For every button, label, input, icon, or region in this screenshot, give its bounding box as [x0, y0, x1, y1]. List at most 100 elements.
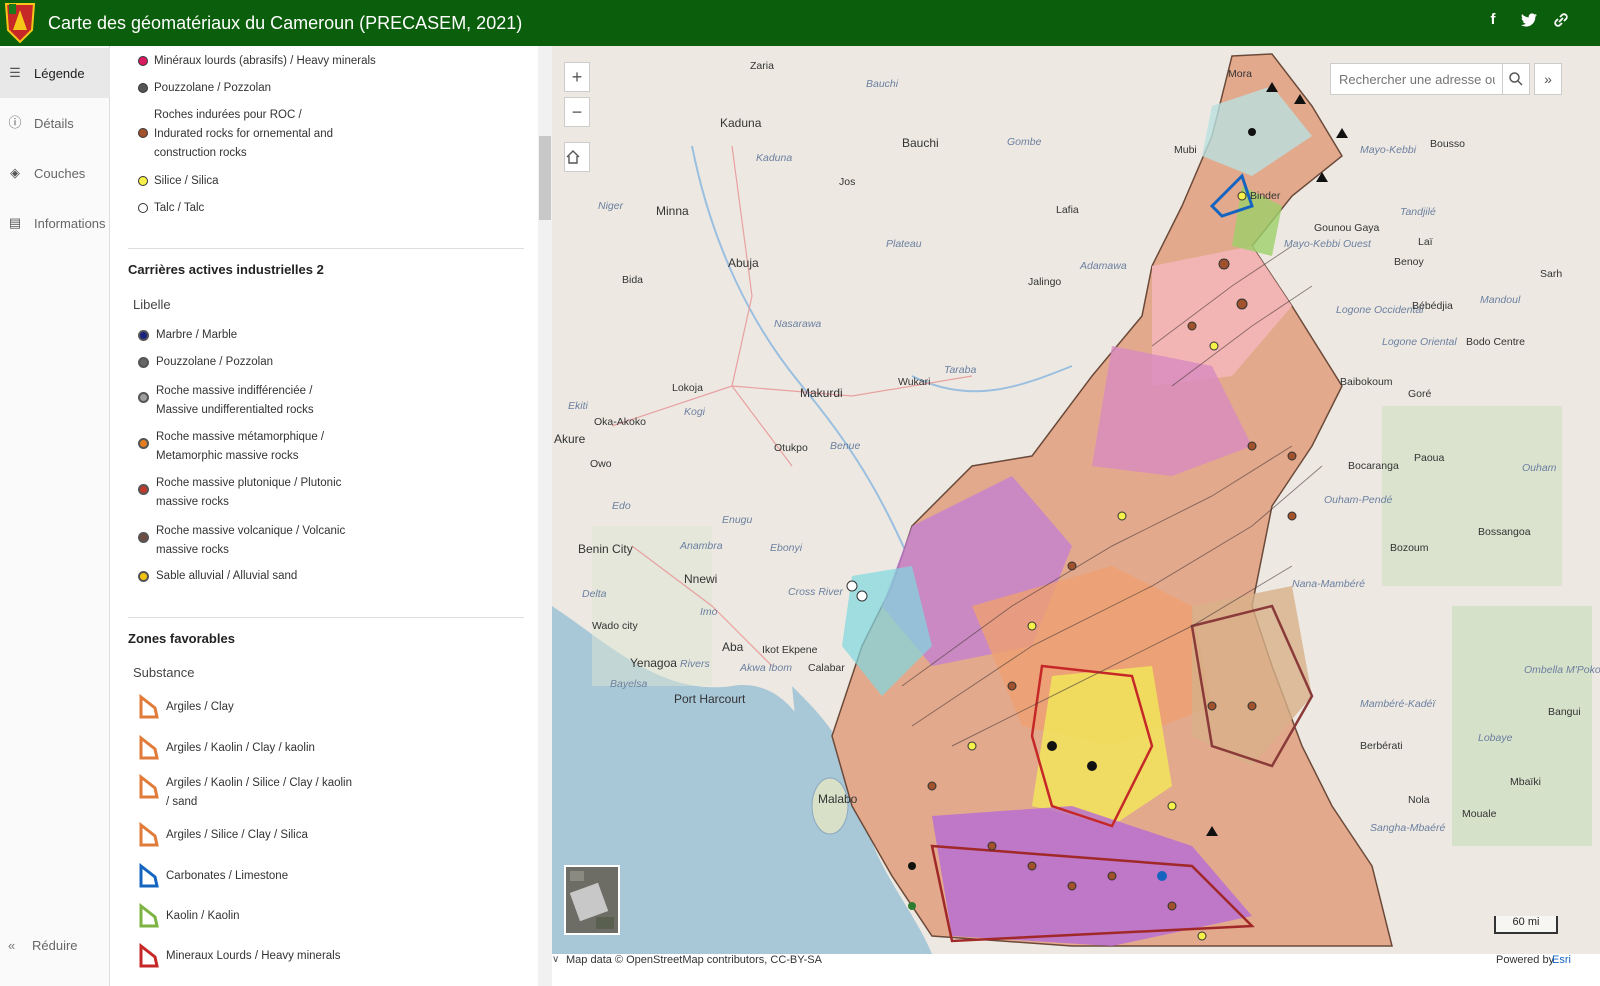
- map-label: Nana-Mambéré: [1292, 578, 1365, 590]
- map-label: Berbérati: [1360, 740, 1403, 752]
- map-label: Mayo-Kebbi: [1360, 144, 1417, 156]
- map-label: Laï: [1418, 236, 1433, 248]
- nav-item-label: Détails: [34, 115, 74, 131]
- map-label: Logone Occidental: [1336, 304, 1424, 316]
- map-label: Minna: [656, 204, 689, 218]
- legend-scrollbar[interactable]: [538, 46, 552, 986]
- map-label: Cross River: [788, 586, 843, 598]
- legend-item: Argiles / Kaolin / Silice / Clay / kaoli…: [138, 774, 356, 812]
- map-label: Rivers: [680, 658, 710, 670]
- map-canvas[interactable]: [552, 46, 1600, 954]
- search-button[interactable]: [1502, 63, 1530, 95]
- legend-item: Pouzzolane / Pozzolan: [138, 353, 346, 372]
- map-label: Bocaranga: [1348, 460, 1399, 472]
- nav-item-label: Légende: [34, 65, 85, 81]
- layers-icon: ◈: [10, 165, 20, 180]
- map-label: Benin City: [578, 542, 633, 556]
- map-label: Mora: [1228, 68, 1252, 80]
- map-label: Aba: [722, 640, 744, 654]
- info-icon: ⓘ: [8, 115, 22, 130]
- app-title: Carte des géomatériaux du Cameroun (PREC…: [48, 12, 523, 33]
- legend-item: Mineraux Lourds / Heavy minerals: [138, 943, 356, 969]
- zoom-in-button[interactable]: +: [564, 62, 590, 92]
- map-label: Port Harcourt: [674, 692, 746, 706]
- map-label: Nola: [1408, 794, 1430, 806]
- map-label: Bousso: [1430, 138, 1466, 150]
- map-label: Imo: [700, 606, 718, 618]
- legend-item: Kaolin / Kaolin: [138, 903, 356, 929]
- map-label: Baibokoum: [1340, 376, 1393, 388]
- heavy-minerals-zone-icon: [139, 943, 159, 968]
- legend-icon: ☰: [9, 65, 21, 80]
- map-label: Benoy: [1394, 256, 1424, 268]
- map-label: Benue: [830, 440, 861, 452]
- map-label: Bauchi: [902, 136, 939, 150]
- collapse-label: Réduire: [32, 937, 78, 953]
- gray-dot-icon: [138, 83, 148, 93]
- nav-item-informations[interactable]: ▤ Informations: [0, 198, 110, 248]
- map-label: Malabo: [818, 792, 858, 806]
- side-nav: ☰ Légende ⓘ Détails ◈ Couches ▤ Informat…: [0, 46, 110, 986]
- map-label: Calabar: [808, 662, 845, 674]
- kaolin-zone-icon: [139, 903, 159, 928]
- map-label: Akwa Ibom: [740, 662, 792, 674]
- map-label: Kogi: [684, 406, 706, 418]
- map-label: Delta: [582, 588, 607, 600]
- section-subtitle: Libelle: [133, 297, 171, 312]
- nav-item-details[interactable]: ⓘ Détails: [0, 98, 110, 148]
- map-label: Wado city: [592, 620, 638, 632]
- pozzolan-pin-icon: [138, 357, 149, 368]
- map-label: Taraba: [944, 364, 977, 376]
- nav-item-legende[interactable]: ☰ Légende: [0, 48, 110, 98]
- map-label: Ikot Ekpene: [762, 644, 818, 656]
- legend-item: Minéraux lourds (abrasifs) / Heavy miner…: [138, 52, 414, 71]
- expand-search-button[interactable]: »: [1534, 63, 1562, 95]
- zoom-out-button[interactable]: −: [564, 97, 590, 127]
- map-label: Bauchi: [866, 78, 899, 90]
- powered-by-text: Powered by: [1496, 954, 1555, 966]
- link-icon[interactable]: [1552, 11, 1570, 29]
- map-label: Wukari: [898, 376, 931, 388]
- map-label: Jos: [839, 176, 856, 188]
- collapse-button[interactable]: « Réduire: [0, 930, 110, 960]
- alluvial-sand-pin-icon: [138, 571, 149, 582]
- map-label: Paoua: [1414, 452, 1445, 464]
- legend-item: Argiles / Clay: [138, 694, 356, 720]
- nav-item-label: Informations: [34, 215, 106, 231]
- map-label: Ebonyi: [770, 542, 803, 554]
- chevron-down-icon[interactable]: ∨: [552, 954, 559, 965]
- esri-link[interactable]: Esri: [1552, 954, 1571, 966]
- map-label: Goré: [1408, 388, 1432, 400]
- map-label: Sarh: [1540, 268, 1563, 280]
- satellite-thumbnail-icon: [566, 867, 618, 933]
- map-label: Nnewi: [684, 572, 718, 586]
- legend-item: Roche massive indifférenciée / Massive u…: [138, 382, 346, 420]
- search-box[interactable]: [1330, 63, 1503, 95]
- metamorphic-pin-icon: [138, 438, 149, 449]
- nav-item-couches[interactable]: ◈ Couches: [0, 148, 110, 198]
- legend-item: Argiles / Silice / Clay / Silica: [138, 822, 356, 848]
- clay-zone-icon: [139, 694, 159, 719]
- basemap-toggle[interactable]: [564, 865, 620, 935]
- volcanic-pin-icon: [138, 532, 149, 543]
- map-label: Otukpo: [774, 442, 808, 454]
- twitter-icon[interactable]: [1520, 11, 1538, 29]
- clay-kaolin-zone-icon: [139, 735, 159, 760]
- map-label: Mouale: [1462, 808, 1497, 820]
- map-label: Nasarawa: [774, 318, 822, 330]
- map-label: Akure: [554, 432, 586, 446]
- map-label: Gounou Gaya: [1314, 222, 1380, 234]
- clay-kaolin-silica-zone-icon: [139, 774, 159, 799]
- map-label: Bodo Centre: [1466, 336, 1525, 348]
- map-label: Plateau: [886, 238, 922, 250]
- map-label: Mandoul: [1480, 294, 1521, 306]
- map-view[interactable]: Zaria Bauchi Kaduna Kaduna Bauchi Gombe …: [552, 46, 1600, 954]
- divider: [128, 248, 524, 249]
- legend-item: Sable alluvial / Alluvial sand: [138, 567, 346, 586]
- home-button[interactable]: [564, 142, 590, 172]
- search-input[interactable]: [1331, 64, 1503, 94]
- map-label: Sangha-Mbaéré: [1370, 822, 1446, 834]
- facebook-icon[interactable]: f: [1484, 11, 1502, 29]
- scroll-thumb[interactable]: [539, 136, 551, 220]
- map-label: Bossangoa: [1478, 526, 1531, 538]
